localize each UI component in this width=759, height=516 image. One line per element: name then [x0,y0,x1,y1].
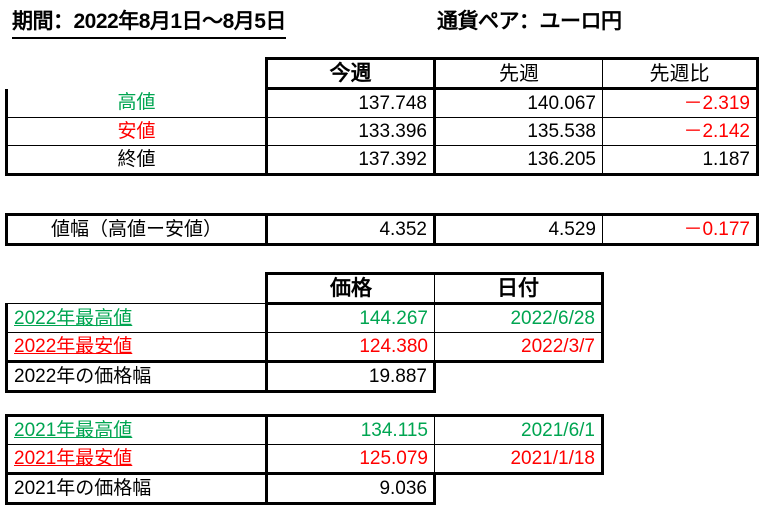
corner-cell [7,274,267,304]
row-label-2022-range: 2022年の価格幅 [5,361,267,393]
column-header-last-week: 先週 [434,57,603,90]
table-header-row: 今週 先週 先週比 [7,57,759,90]
cell-2021-range-price: 9.036 [265,473,436,505]
row-label-low: 安値 [5,117,267,146]
cell-range-change: －0.177 [602,213,759,246]
row-label-2021-high: 2021年最高値 [5,414,267,445]
table-row: 2022年最高値 144.267 2022/6/28 [5,303,604,333]
row-label-2021-range: 2021年の価格幅 [5,473,267,505]
column-header-price-2022: 価格 [265,272,435,305]
period-label: 期間：2022年8月1日～8月5日 [12,8,286,39]
table-header-row: 価格 日付 [7,272,604,305]
row-label-2022-low: 2022年最安値 [5,332,267,363]
cell-high-change: －2.319 [602,88,759,118]
cell-2022-high-date: 2022/6/28 [434,303,604,333]
row-label-high: 高値 [5,88,267,118]
table-row: 2022年最安値 124.380 2022/3/7 [5,332,604,363]
table-row: 2021年の価格幅 9.036 [5,473,603,505]
weekly-range-table: 値幅（高値ー安値） 4.352 4.529 －0.177 [5,213,759,246]
cell-close-this-week: 137.392 [265,145,436,176]
cell-2021-high-price: 134.115 [265,414,435,445]
table-row: 2022年の価格幅 19.887 [5,361,603,393]
page-header: 期間：2022年8月1日～8月5日 通貨ペア：ユーロ円 [0,8,759,40]
column-header-this-week: 今週 [265,57,436,90]
weekly-summary-table: 今週 先週 先週比 高値 137.748 140.067 －2.319 安値 1… [5,57,759,176]
cell-close-last-week: 136.205 [434,145,603,176]
cell-low-last-week: 135.538 [434,117,603,146]
cell-range-last-week: 4.529 [434,213,603,246]
table-row: 2021年最高値 134.115 2021/6/1 [5,414,604,445]
row-label-2022-high: 2022年最高値 [5,303,267,333]
cell-2022-range-date [435,362,603,392]
cell-low-this-week: 133.396 [265,117,436,146]
cell-2022-high-price: 144.267 [265,303,435,333]
table-row: 2021年最安値 125.079 2021/1/18 [5,444,604,475]
table-row: 高値 137.748 140.067 －2.319 [5,88,759,118]
table-row: 値幅（高値ー安値） 4.352 4.529 －0.177 [5,213,759,246]
cell-2021-high-date: 2021/6/1 [434,414,604,445]
cell-low-change: －2.142 [602,117,759,146]
row-label-close: 終値 [5,145,267,176]
row-label-2021-low: 2021年最安値 [5,444,267,475]
currency-pair-label: 通貨ペア：ユーロ円 [437,10,622,33]
cell-2021-low-date: 2021/1/18 [434,444,604,475]
table-row: 終値 137.392 136.205 1.187 [5,145,759,176]
column-header-change: 先週比 [602,57,759,90]
cell-2021-range-date [435,474,603,504]
cell-high-this-week: 137.748 [265,88,436,118]
cell-2022-low-date: 2022/3/7 [434,332,604,363]
cell-close-change: 1.187 [602,145,759,176]
cell-2021-low-price: 125.079 [265,444,435,475]
column-header-date-2022: 日付 [434,272,604,305]
table-row: 安値 133.396 135.538 －2.142 [5,117,759,146]
cell-high-last-week: 140.067 [434,88,603,118]
row-label-range: 値幅（高値ー安値） [5,213,267,246]
cell-range-this-week: 4.352 [265,213,436,246]
year-2021-table: 2021年最高値 134.115 2021/6/1 2021年最安値 125.0… [5,414,604,505]
corner-cell [7,59,267,89]
year-2022-table: 価格 日付 2022年最高値 144.267 2022/6/28 2022年最安… [5,272,604,393]
cell-2022-low-price: 124.380 [265,332,435,363]
cell-2022-range-price: 19.887 [265,361,436,393]
